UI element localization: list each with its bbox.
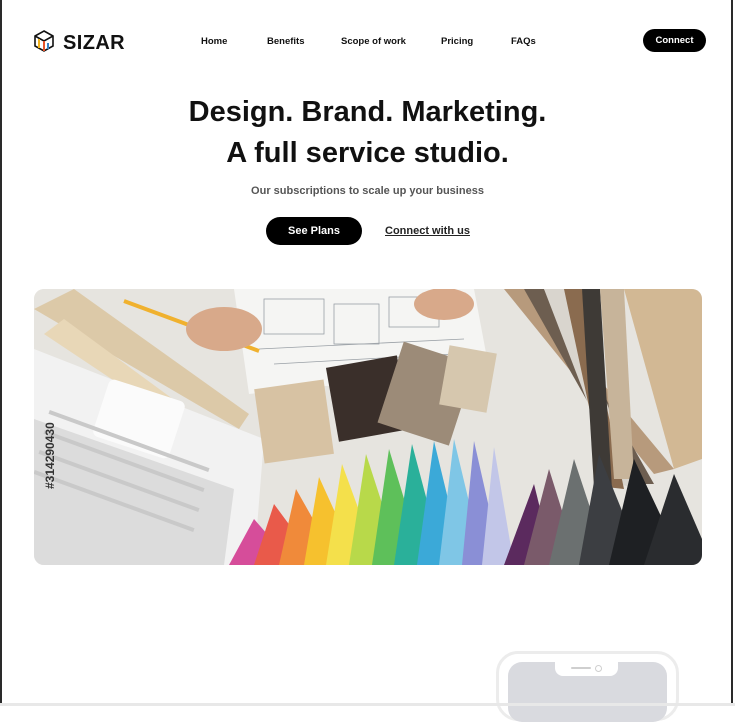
hero-title-line1: Design. Brand. Marketing. xyxy=(188,96,547,128)
phone-mockup xyxy=(496,651,679,722)
see-plans-button[interactable]: See Plans xyxy=(266,217,362,245)
hero-subtitle: Our subscriptions to scale up your busin… xyxy=(251,185,484,197)
stock-id-label: #314290430 xyxy=(43,422,57,489)
nav-item-home[interactable]: Home xyxy=(201,36,227,47)
design-materials-photo xyxy=(34,289,702,565)
hero-image: #314290430 xyxy=(34,289,702,565)
connect-with-us-link[interactable]: Connect with us xyxy=(385,225,470,237)
connect-button[interactable]: Connect xyxy=(643,29,706,52)
site-header: SIZAR Home Benefits Scope of work Pricin… xyxy=(34,28,706,56)
brand-name: SIZAR xyxy=(63,32,125,54)
camera-icon xyxy=(595,665,602,672)
phone-screen xyxy=(508,662,667,722)
speaker-icon xyxy=(571,667,591,669)
phone-notch xyxy=(555,662,618,676)
hero-title-line2: A full service studio. xyxy=(226,137,509,169)
cube-logo-icon xyxy=(34,30,54,57)
nav-item-faqs[interactable]: FAQs xyxy=(511,36,536,47)
brand-logo[interactable]: SIZAR xyxy=(34,30,125,57)
nav-item-scope-of-work[interactable]: Scope of work xyxy=(341,36,406,47)
nav-item-pricing[interactable]: Pricing xyxy=(441,36,473,47)
nav-item-benefits[interactable]: Benefits xyxy=(267,36,304,47)
